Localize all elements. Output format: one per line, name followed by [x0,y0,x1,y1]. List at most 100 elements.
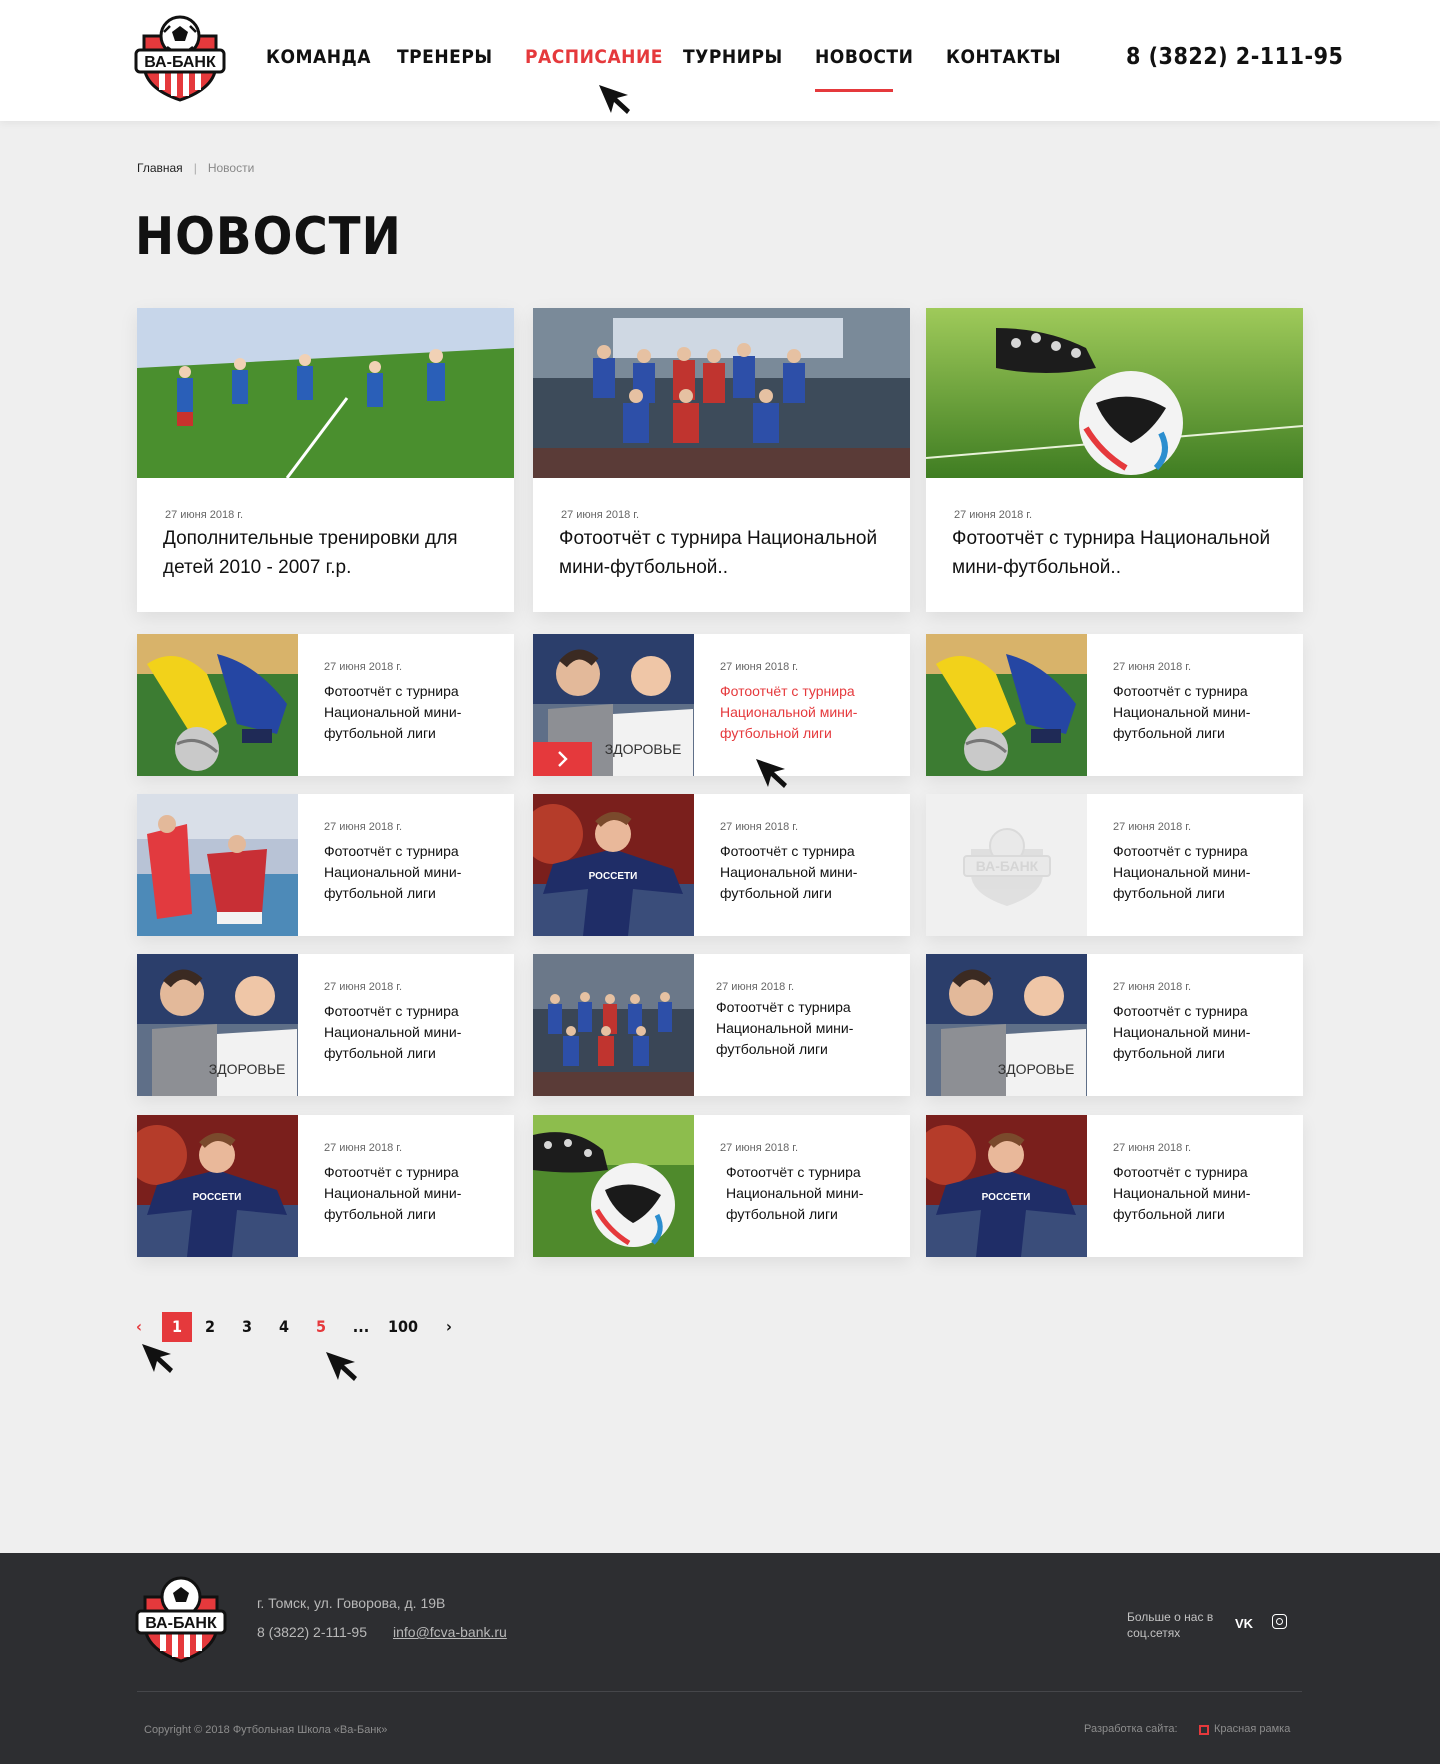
news-thumbnail-player-celebrating: РОССЕТИ [533,794,694,936]
club-logo[interactable]: ВА-БАНК [134,14,226,102]
news-title[interactable]: Фотоотчёт с турнира Национальной мини-фу… [952,524,1287,582]
news-thumbnail-ball-boot [533,1115,694,1257]
svg-text:РОССЕТИ: РОССЕТИ [193,1192,242,1203]
pagination-page-4[interactable]: 4 [278,1312,290,1342]
news-thumbnail-team-photo [533,954,694,1096]
breadcrumb-home[interactable]: Главная [137,161,183,175]
svg-text:ЗДОРОВЬЕ: ЗДОРОВЬЕ [998,1061,1075,1077]
news-card[interactable]: РОССЕТИ 27 июня 2018 г. Фотоотчёт с турнир… [137,1115,514,1257]
news-card[interactable]: ЗДОРОВЬЕ 27 июня 2018 г. Фотоотчёт с турни… [926,954,1303,1096]
breadcrumb: Главная | Новости [137,161,254,175]
news-card[interactable]: 27 июня 2018 г. Фотоотчёт с турнира Нацио… [533,1115,910,1257]
news-date: 27 июня 2018 г. [324,821,403,833]
news-thumbnail-match-action [137,794,298,936]
news-card[interactable]: РОССЕТИ 27 июня 2018 г. Фотоотчёт с турнир… [926,1115,1303,1257]
footer-dev-link[interactable]: Красная рамка [1214,1723,1290,1735]
news-title[interactable]: Фотоотчёт с турнира Национальной мини-фу… [324,1162,504,1225]
read-more-button[interactable] [533,742,592,776]
news-title[interactable]: Дополнительные тренировки для детей 2010… [163,524,498,582]
news-card[interactable]: ЗДОРОВЬЕ 27 июня 2018 г. Фотоотчёт с турни… [137,954,514,1096]
news-card-large[interactable]: 27 июня 2018 г. Фотоотчёт с турнира Наци… [533,308,910,612]
news-title[interactable]: Фотоотчёт с турнира Национальной мини-фу… [324,841,504,904]
footer-copyright: Copyright © 2018 Футбольная Школа «Ва-Ба… [144,1724,388,1736]
svg-text:ЗДОРОВЬЕ: ЗДОРОВЬЕ [209,1061,286,1077]
nav-item-tournaments[interactable]: ТУРНИРЫ [683,46,783,68]
news-date: 27 июня 2018 г. [716,981,795,993]
instagram-icon[interactable] [1272,1614,1287,1629]
news-title[interactable]: Фотоотчёт с турнира Национальной мини-фу… [324,681,504,744]
news-thumbnail-player-celebrating: РОССЕТИ [926,1115,1087,1257]
news-card-large[interactable]: 27 июня 2018 г. Дополнительные тренировк… [137,308,514,612]
news-date: 27 июня 2018 г. [720,821,799,833]
pagination-page-3[interactable]: 3 [241,1312,253,1342]
footer-dev-label: Разработка сайта: [1084,1723,1178,1735]
news-image-team-photo [533,308,910,478]
news-date: 27 июня 2018 г. [324,1142,403,1154]
news-title[interactable]: Фотоотчёт с турнира Национальной мини-фу… [324,1001,504,1064]
news-title[interactable]: Фотоотчёт с турнира Национальной мини-фу… [720,841,900,904]
site-footer: ВА-БАНК г. Томск, ул. Говорова, д. 19В 8… [0,1553,1440,1764]
news-date: 27 июня 2018 г. [954,509,1033,521]
nav-item-team[interactable]: КОМАНДА [266,46,371,68]
news-card-large[interactable]: 27 июня 2018 г. Фотоотчёт с турнира Наци… [926,308,1303,612]
mouse-cursor-icon [599,85,630,114]
news-date: 27 июня 2018 г. [1113,981,1192,993]
news-title[interactable]: Фотоотчёт с турнира Национальной мини-фу… [726,1162,906,1225]
news-date: 27 июня 2018 г. [1113,1142,1192,1154]
news-title[interactable]: Фотоотчёт с турнира Национальной мини-фу… [1113,681,1293,744]
news-thumbnail-logo-placeholder: ВА-БАНК [926,794,1087,936]
news-thumbnail-soccer-tackle [137,634,298,776]
site-header: ВА-БАНК КОМАНДА ТРЕНЕРЫ РАСПИСАНИЕ ТУРНИ… [0,0,1440,121]
news-image-kids-training [137,308,514,478]
footer-email-link[interactable]: info@fcva-bank.ru [393,1624,507,1640]
news-title[interactable]: Фотоотчёт с турнира Национальной мини-фу… [1113,841,1293,904]
pagination-page-5[interactable]: 5 [315,1312,327,1342]
news-date: 27 июня 2018 г. [165,509,244,521]
mouse-cursor-icon [326,1352,357,1381]
active-nav-underline [815,89,893,92]
svg-text:ВА-БАНК: ВА-БАНК [976,858,1039,874]
news-card[interactable]: ВА-БАНК 27 июня 2018 г. Фотоотчёт с турнир… [926,794,1303,936]
pagination-page-last[interactable]: 100 [387,1312,419,1342]
footer-logo[interactable]: ВА-БАНК [135,1575,227,1663]
header-phone[interactable]: 8 (3822) 2-111-95 [1126,44,1343,70]
chevron-right-icon [558,751,568,767]
pagination-next-button[interactable]: › [443,1312,455,1342]
footer-phone[interactable]: 8 (3822) 2-111-95 [257,1624,367,1640]
nav-item-schedule[interactable]: РАСПИСАНИЕ [525,46,663,68]
pagination-prev-button[interactable]: ‹ [133,1312,145,1342]
news-card[interactable]: 27 июня 2018 г. Фотоотчёт с турнира Нацио… [137,794,514,936]
news-date: 27 июня 2018 г. [1113,821,1192,833]
news-card[interactable]: 27 июня 2018 г. Фотоотчёт с турнира Нацио… [926,634,1303,776]
footer-social-label: Больше о нас в соц.сетях [1127,1610,1214,1640]
pagination-page-2[interactable]: 2 [204,1312,216,1342]
news-card[interactable]: 27 июня 2018 г. Фотоотчёт с турнира Нацио… [137,634,514,776]
news-title[interactable]: Фотоотчёт с турнира Национальной мини-фу… [716,997,896,1060]
news-date: 27 июня 2018 г. [324,981,403,993]
footer-divider [137,1691,1302,1692]
footer-address: г. Томск, ул. Говорова, д. 19В [257,1595,446,1611]
news-title[interactable]: Фотоотчёт с турнира Национальной мини-фу… [1113,1001,1293,1064]
pagination-page-1[interactable]: 1 [162,1312,192,1342]
news-date: 27 июня 2018 г. [561,509,640,521]
news-date: 27 июня 2018 г. [720,661,799,673]
developer-logo-icon [1199,1725,1209,1735]
nav-item-contacts[interactable]: КОНТАКТЫ [946,46,1061,68]
news-title[interactable]: Фотоотчёт с турнира Национальной мини-фу… [1113,1162,1293,1225]
vk-icon[interactable]: VK [1235,1616,1253,1631]
svg-text:РОССЕТИ: РОССЕТИ [982,1192,1031,1203]
news-title[interactable]: Фотоотчёт с турнира Национальной мини-фу… [559,524,894,582]
news-thumbnail-player-celebrating: РОССЕТИ [137,1115,298,1257]
svg-text:ЗДОРОВЬЕ: ЗДОРОВЬЕ [605,741,682,757]
news-thumbnail-players-shirt: ЗДОРОВЬЕ [926,954,1087,1096]
news-date: 27 июня 2018 г. [720,1142,799,1154]
news-card[interactable]: 27 июня 2018 г. Фотоотчёт с турнира Нацио… [533,954,910,1096]
mouse-cursor-icon [142,1344,173,1373]
pagination-ellipsis: ... [352,1317,370,1336]
news-card[interactable]: ЗДОРОВЬЕ 27 июня 2018 г. Фотоотчёт с турни… [533,634,910,776]
news-image-ball-boot [926,308,1303,478]
news-title[interactable]: Фотоотчёт с турнира Национальной мини-фу… [720,681,900,744]
nav-item-news[interactable]: НОВОСТИ [815,46,913,68]
news-card[interactable]: РОССЕТИ 27 июня 2018 г. Фотоотчёт с турнир… [533,794,910,936]
nav-item-coaches[interactable]: ТРЕНЕРЫ [397,46,493,68]
